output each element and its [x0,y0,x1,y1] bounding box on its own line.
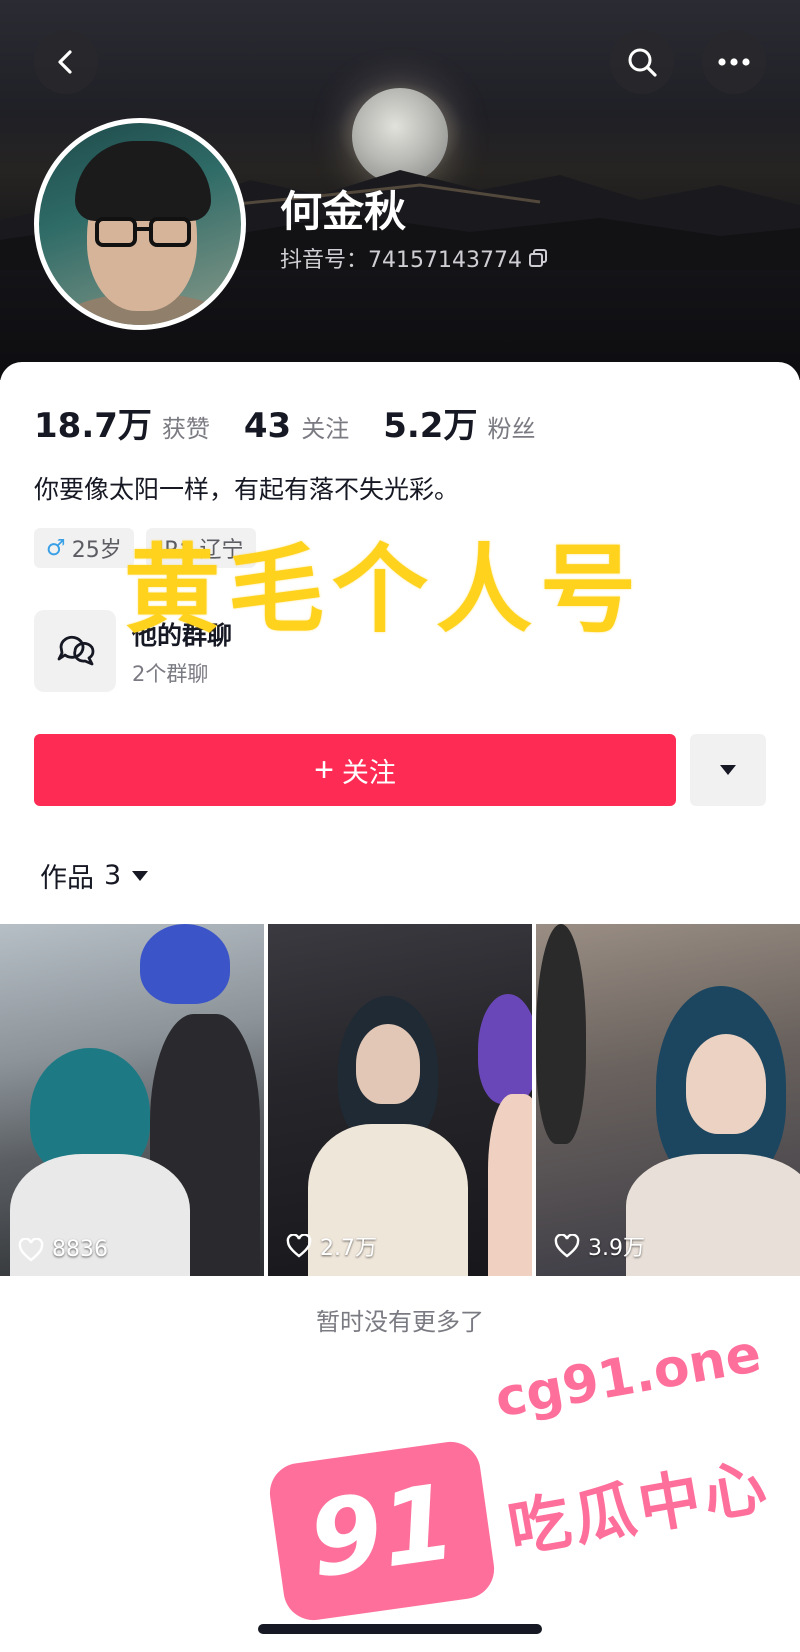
group-chat-icon-box [34,610,116,692]
stat-followers-value: 5.2万 [383,406,478,446]
stat-following-value: 43 [243,406,292,446]
heart-icon [18,1237,44,1262]
like-count-text: 3.9万 [588,1236,645,1261]
like-count: 2.7万 [286,1230,377,1262]
tab-works[interactable]: 作品 3 [40,856,149,895]
thumb-figure [536,924,586,1144]
works-count: 3 [104,860,122,891]
more-horizontal-icon [718,58,750,66]
avatar-glasses [95,217,191,247]
heart-icon [554,1234,580,1258]
more-button[interactable] [702,30,766,94]
douyin-id[interactable]: 抖音号：74157143774 [280,242,548,274]
works-grid: 8836 2.7万 3.9万 [0,924,800,1276]
douyin-id-text: 抖音号：74157143774 [280,248,522,273]
profile-header: 何金秋 抖音号：74157143774 [0,0,800,380]
like-count-text: 2.7万 [320,1236,377,1261]
thumb-figure [488,1094,532,1276]
stat-followers[interactable]: 5.2万 粉丝 [383,398,535,447]
stat-likes[interactable]: 18.7万 获赞 [34,398,210,447]
chevron-left-icon [58,50,72,74]
stat-following-label: 关注 [301,415,350,443]
home-indicator[interactable] [258,1624,542,1634]
search-icon [628,48,657,77]
like-count-text: 8836 [52,1237,108,1262]
heart-icon [286,1234,312,1258]
bio: 你要像太阳一样，有起有落不失光彩。 [34,475,460,504]
age-text: 25岁 [71,538,122,563]
thumb-figure [356,1024,420,1104]
video-thumbnail[interactable]: 8836 [0,924,264,1276]
follow-button[interactable]: + 关注 [34,734,676,806]
thumb-figure [686,1034,766,1134]
like-count: 8836 [18,1237,108,1262]
copy-icon[interactable] [528,248,548,268]
triangle-down-icon [720,765,736,775]
profile-stats: 18.7万 获赞 43 关注 5.2万 粉丝 [34,398,535,447]
works-label: 作品 [40,863,94,894]
thumb-figure [626,1154,800,1276]
no-more-text: 暂时没有更多了 [316,1308,484,1336]
watermark-number: 91 [301,1460,463,1602]
chat-bubbles-icon [57,635,95,666]
stat-likes-label: 获赞 [161,415,210,443]
back-button[interactable] [34,30,98,94]
gender-age-tag: ♂ 25岁 [34,528,134,568]
group-chat-subtitle: 2个群聊 [132,662,209,686]
search-button[interactable] [610,30,674,94]
watermark-logo: 91 [266,1438,498,1624]
avatar[interactable] [34,118,246,330]
male-icon: ♂ [46,535,66,561]
video-thumbnail[interactable]: 2.7万 [268,924,532,1276]
follow-label: 关注 [341,757,396,788]
thumb-figure [478,994,532,1104]
avatar-hair [75,141,211,221]
overlay-caption: 黄毛个人号 [124,534,644,646]
video-thumbnail[interactable]: 3.9万 [536,924,800,1276]
thumb-figure [140,924,230,1004]
plus-icon: + [314,751,334,789]
profile-name: 何金秋 [280,187,407,236]
recommend-dropdown-button[interactable] [690,734,766,806]
stat-likes-value: 18.7万 [34,406,152,446]
stat-following[interactable]: 43 关注 [244,406,349,446]
like-count: 3.9万 [554,1230,645,1262]
triangle-down-icon [132,870,149,881]
stat-followers-label: 粉丝 [487,415,536,443]
